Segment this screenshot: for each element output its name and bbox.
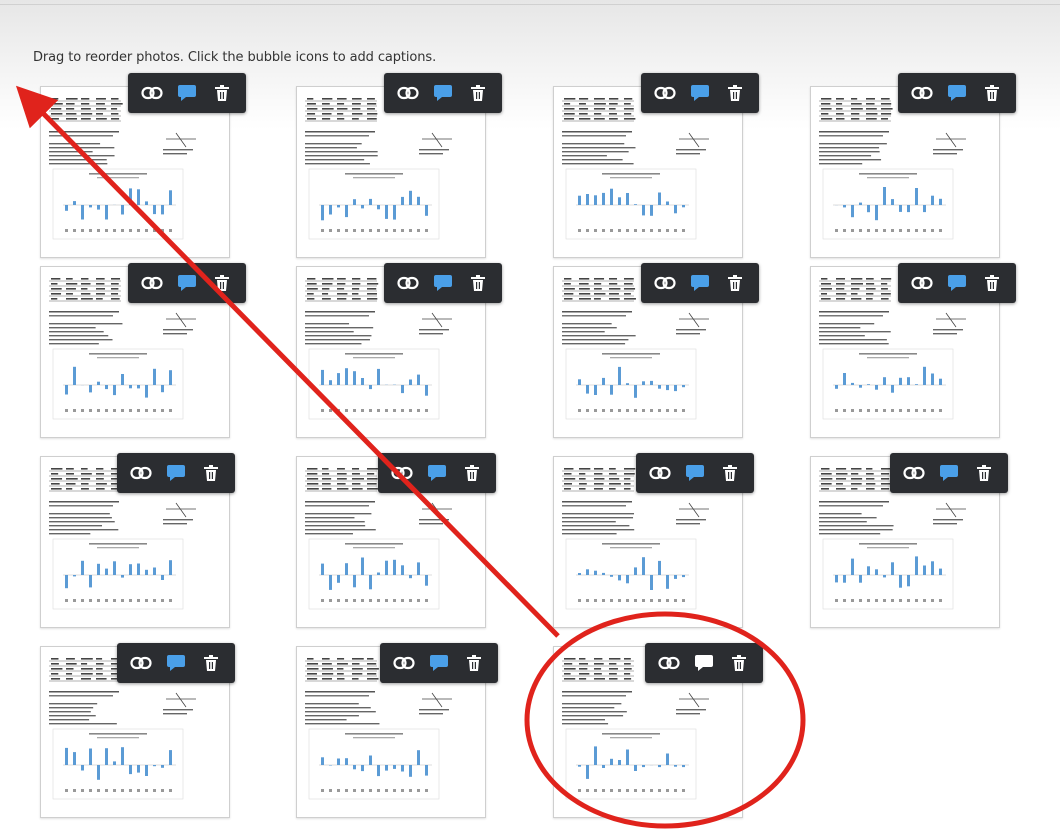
photo-toolbar [890, 453, 1008, 493]
caption-bubble-icon[interactable] [174, 270, 200, 296]
caption-bubble-icon[interactable] [944, 270, 970, 296]
caption-bubble-icon[interactable] [174, 80, 200, 106]
delete-icon[interactable] [722, 80, 748, 106]
link-icon[interactable] [652, 80, 678, 106]
delete-icon[interactable] [209, 80, 235, 106]
caption-bubble-icon[interactable] [687, 270, 713, 296]
photo-toolbar [641, 73, 759, 113]
link-icon[interactable] [901, 460, 927, 486]
link-icon[interactable] [395, 270, 421, 296]
photo-toolbar [384, 263, 502, 303]
delete-icon[interactable] [979, 80, 1005, 106]
photo-toolbar [380, 643, 498, 683]
photo-toolbar [645, 643, 763, 683]
link-icon[interactable] [139, 80, 165, 106]
caption-bubble-icon[interactable] [691, 650, 717, 676]
delete-icon[interactable] [209, 270, 235, 296]
photo-toolbar [128, 263, 246, 303]
caption-bubble-icon[interactable] [682, 460, 708, 486]
delete-icon[interactable] [979, 270, 1005, 296]
delete-icon[interactable] [717, 460, 743, 486]
photo-toolbar [378, 453, 496, 493]
caption-bubble-icon[interactable] [430, 270, 456, 296]
photo-toolbar [117, 643, 235, 683]
link-icon[interactable] [909, 80, 935, 106]
link-icon[interactable] [128, 650, 154, 676]
link-icon[interactable] [647, 460, 673, 486]
photo-toolbar [898, 263, 1016, 303]
photo-toolbar [384, 73, 502, 113]
photo-toolbar [117, 453, 235, 493]
delete-icon[interactable] [198, 650, 224, 676]
delete-icon[interactable] [465, 270, 491, 296]
delete-icon[interactable] [722, 270, 748, 296]
link-icon[interactable] [652, 270, 678, 296]
photo-toolbar [641, 263, 759, 303]
photo-grid [0, 0, 1060, 839]
caption-bubble-icon[interactable] [936, 460, 962, 486]
delete-icon[interactable] [971, 460, 997, 486]
delete-icon[interactable] [461, 650, 487, 676]
link-icon[interactable] [128, 460, 154, 486]
delete-icon[interactable] [198, 460, 224, 486]
photo-toolbar [636, 453, 754, 493]
link-icon[interactable] [909, 270, 935, 296]
photo-toolbar [128, 73, 246, 113]
caption-bubble-icon[interactable] [944, 80, 970, 106]
caption-bubble-icon[interactable] [430, 80, 456, 106]
photo-toolbar [898, 73, 1016, 113]
caption-bubble-icon[interactable] [163, 650, 189, 676]
caption-bubble-icon[interactable] [163, 460, 189, 486]
caption-bubble-icon[interactable] [426, 650, 452, 676]
link-icon[interactable] [656, 650, 682, 676]
caption-bubble-icon[interactable] [687, 80, 713, 106]
link-icon[interactable] [389, 460, 415, 486]
delete-icon[interactable] [465, 80, 491, 106]
delete-icon[interactable] [459, 460, 485, 486]
link-icon[interactable] [395, 80, 421, 106]
caption-bubble-icon[interactable] [424, 460, 450, 486]
delete-icon[interactable] [726, 650, 752, 676]
link-icon[interactable] [139, 270, 165, 296]
link-icon[interactable] [391, 650, 417, 676]
